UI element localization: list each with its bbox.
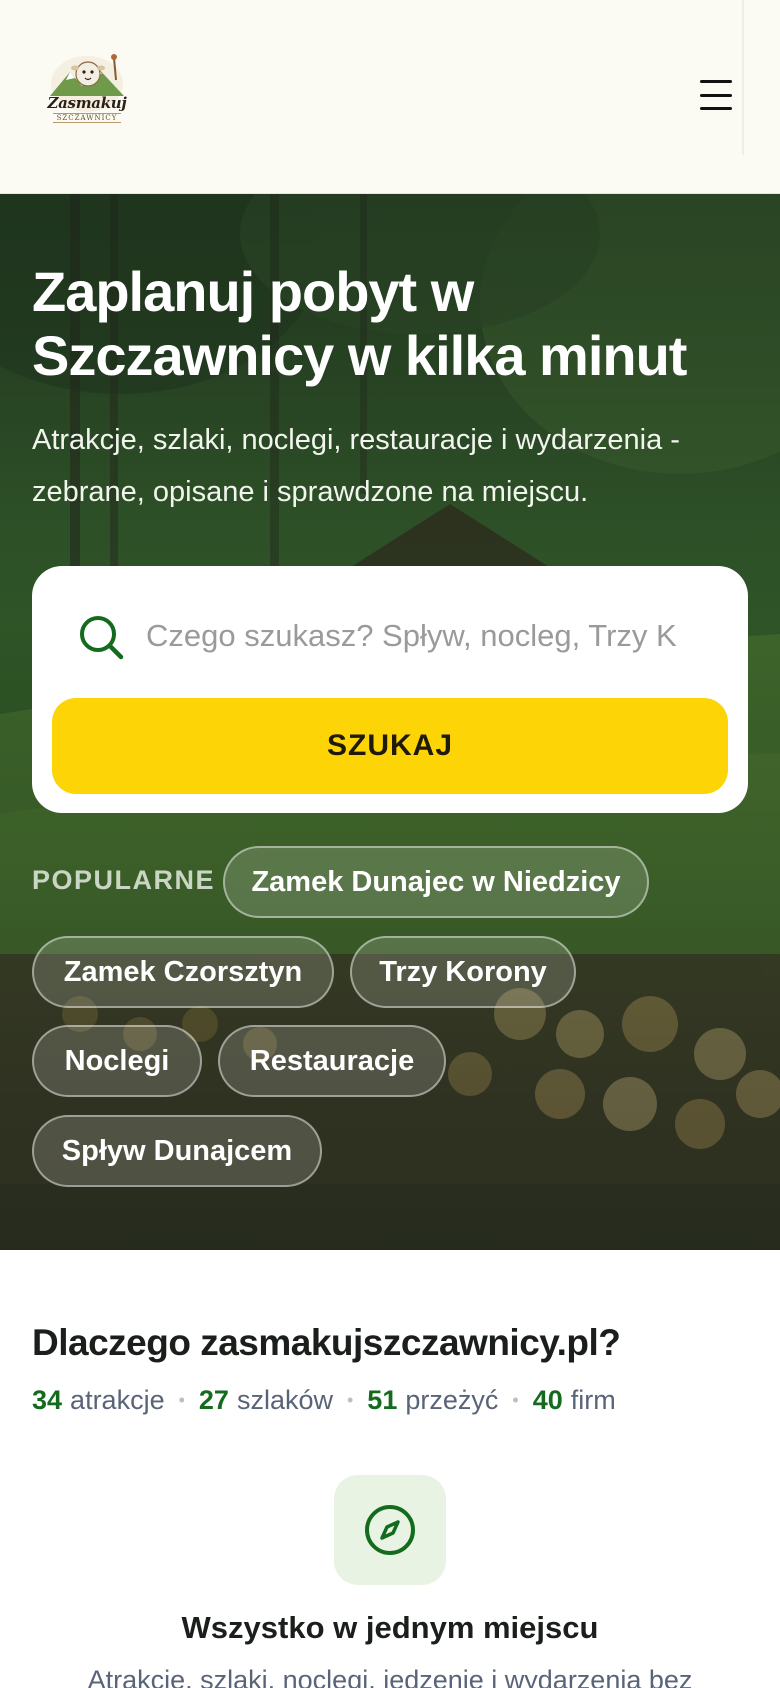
search-card: SZUKAJ [32, 566, 748, 813]
chip-zamek-czorsztyn[interactable]: Zamek Czorsztyn [32, 936, 334, 1008]
popular-label: POPULARNE [32, 865, 216, 895]
menu-bar [700, 107, 732, 110]
hero-title: Zaplanuj pobyt w Szczawnicy w kilka minu… [32, 260, 687, 387]
logo-subtitle: SZCZAWNICY [52, 113, 122, 123]
chip-splyw-dunajcem[interactable]: Spływ Dunajcem [32, 1115, 322, 1187]
search-input[interactable] [146, 606, 708, 666]
separator-dot: • [512, 1390, 519, 1410]
stat-label: atrakcje [70, 1385, 165, 1415]
separator-dot: • [346, 1390, 354, 1410]
chip-restauracje[interactable]: Restauracje [218, 1025, 446, 1097]
search-icon [80, 616, 124, 660]
feature-description: Atrakcje, szlaki, noclegi, jedzenie i wy… [87, 1665, 693, 1688]
why-section-title: Dlaczego zasmakujszczawnicy.pl? [32, 1322, 621, 1363]
chip-zamek-dunajec[interactable]: Zamek Dunajec w Niedzicy [223, 846, 649, 918]
page: Zasmakuj SZCZAWNICY Zaplanuj pobyt w Szc… [0, 0, 780, 1688]
compass-icon [365, 1505, 415, 1555]
chip-trzy-korony[interactable]: Trzy Korony [350, 936, 576, 1008]
search-button[interactable]: SZUKAJ [52, 698, 728, 794]
site-logo[interactable]: Zasmakuj SZCZAWNICY [44, 50, 130, 146]
feature-title: Wszystko w jednym miejscu [181, 1610, 599, 1645]
stat-value: 34 [32, 1385, 63, 1415]
site-header: Zasmakuj SZCZAWNICY [0, 0, 780, 194]
stats-row: 34 atrakcje • 27 szlaków • 51 przeżyć • … [32, 1385, 616, 1416]
stat-label: przeżyć [405, 1385, 499, 1415]
chip-noclegi[interactable]: Noclegi [32, 1025, 202, 1097]
stat-label: szlaków [236, 1385, 333, 1415]
hero-subtitle: Atrakcje, szlaki, noclegi, restauracje i… [32, 424, 680, 508]
separator-dot: • [178, 1390, 185, 1410]
menu-bar [700, 80, 732, 83]
logo-wordmark: Zasmakuj [47, 94, 127, 112]
hamburger-menu-icon[interactable] [700, 80, 732, 110]
stat-label: firm [570, 1385, 616, 1415]
stat-value: 40 [532, 1385, 563, 1415]
header-divider [742, 0, 744, 155]
menu-bar [700, 93, 732, 97]
stat-value: 27 [198, 1385, 229, 1415]
feature-icon-box [334, 1475, 446, 1585]
stat-value: 51 [367, 1385, 398, 1415]
